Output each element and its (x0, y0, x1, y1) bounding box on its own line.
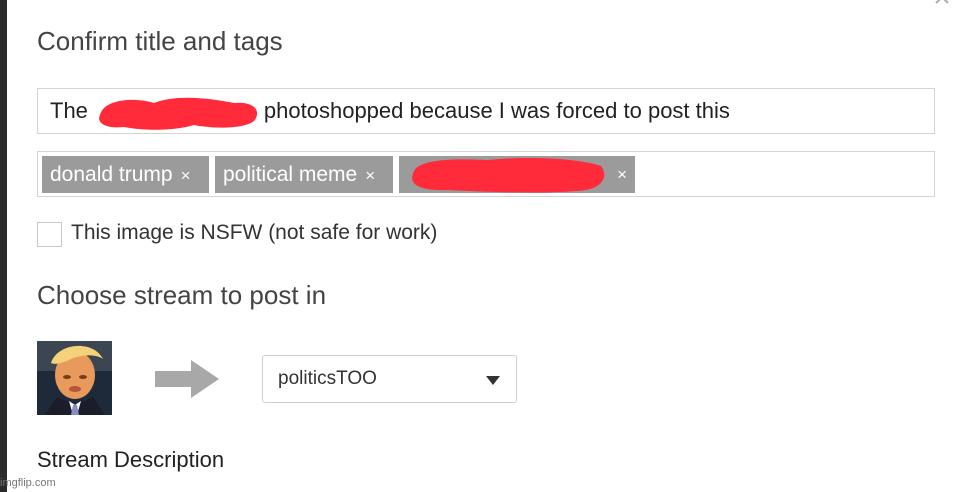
stream-description-label: Stream Description (37, 447, 225, 472)
nsfw-checkbox[interactable] (37, 222, 62, 247)
confirm-heading: Confirm title and tags (37, 26, 283, 56)
tag-chip: political meme × (215, 156, 393, 193)
title-text-start: The (50, 98, 88, 123)
arrow-right-icon (155, 360, 219, 398)
title-text-end: photoshopped because I was forced to pos… (263, 98, 730, 123)
post-dialog: × Confirm title and tags The photoshopped… (7, 0, 954, 492)
avatar (37, 341, 112, 415)
title-input[interactable]: The photoshopped because I was forced to … (37, 88, 935, 134)
stream-select[interactable]: politicsTOO (262, 355, 517, 403)
tags-input[interactable]: donald trump × political meme × × (37, 151, 935, 197)
stream-select-value: politicsTOO (278, 368, 377, 389)
redaction-mark (99, 97, 258, 130)
tag-chip: × (399, 156, 635, 193)
watermark: imgflip.com (0, 477, 56, 489)
nsfw-label: This image is NSFW (not safe for work) (71, 221, 438, 244)
tag-remove-icon[interactable]: × (181, 166, 191, 185)
tag-remove-icon[interactable]: × (617, 156, 627, 193)
tag-label: political meme (223, 163, 358, 186)
chevron-down-icon (486, 376, 500, 385)
stream-heading: Choose stream to post in (37, 280, 327, 310)
tag-label: donald trump (50, 163, 173, 186)
close-icon[interactable]: × (930, 0, 954, 13)
tag-chip: donald trump × (42, 156, 209, 193)
redaction-mark (412, 158, 605, 193)
tag-remove-icon[interactable]: × (365, 166, 375, 185)
